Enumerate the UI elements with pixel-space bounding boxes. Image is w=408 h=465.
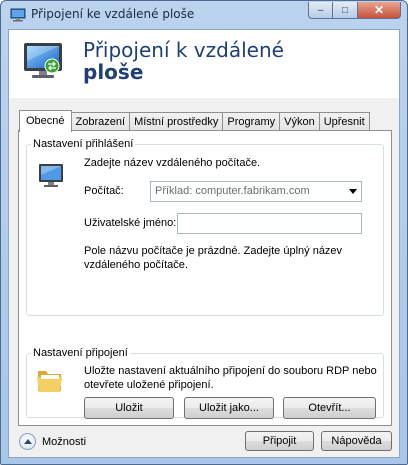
login-settings-group: Nastavení přihlášení Zadejte název vzdál… [26,138,384,316]
minimize-button[interactable]: – [308,2,333,19]
computer-icon [39,164,63,187]
login-instruction: Zadejte název vzdáleného počítače. [84,157,261,169]
connection-description-line1: Uložte nastavení aktuálního připojení do… [84,365,377,377]
remote-desktop-small-icon [10,8,26,22]
empty-computer-message-line2: vzdáleného počítače. [84,259,188,271]
folder-icon [37,371,62,392]
computer-label: Počítač: [84,185,124,197]
save-button[interactable]: Uložit [84,397,174,419]
tab-strip: Obecné Zobrazení Místní prostředky Progr… [19,110,370,132]
tab-experience[interactable]: Výkon [280,112,320,131]
tab-advanced[interactable]: Upřesnit [319,112,370,131]
empty-computer-message-line1: Pole názvu počítače je prázdné. Zadejte … [84,245,343,257]
header-banner: Připojení k vzdálené ploše [9,30,399,98]
remote-desktop-icon [24,43,62,78]
chevron-up-icon[interactable] [19,433,36,450]
connect-button[interactable]: Připojit [245,431,314,451]
tab-general[interactable]: Obecné [19,110,72,132]
tab-display[interactable]: Zobrazení [71,112,131,131]
tab-panel-general: Nastavení přihlášení Zadejte název vzdál… [18,130,392,426]
username-label: Uživatelské jméno: [84,217,177,229]
open-button[interactable]: Otevřít... [283,397,376,419]
connection-settings-label: Nastavení připojení [31,347,130,359]
tab-programs[interactable]: Programy [223,112,281,131]
maximize-button[interactable]: □ [333,2,358,19]
options-toggle[interactable]: Možnosti [19,433,86,450]
title-bar[interactable]: Připojení ke vzdálené ploše – □ ✕ [1,1,407,29]
computer-combobox[interactable]: Příklad: computer.fabrikam.com [150,181,362,202]
window-title: Připojení ke vzdálené ploše [31,7,195,21]
close-button[interactable]: ✕ [358,2,401,19]
help-button[interactable]: Nápověda [321,431,392,451]
banner-title: Připojení k vzdálené ploše [83,39,284,83]
chevron-down-icon[interactable] [349,189,357,194]
connection-description-line2: otevřete uložené připojení. [84,379,214,391]
save-as-button[interactable]: Uložit jako... [184,397,274,419]
connection-settings-group: Nastavení připojení Uložte nastavení akt… [26,347,384,419]
username-input[interactable] [177,213,362,234]
banner-title-line2: ploše [83,60,144,84]
banner-title-line1: Připojení k vzdálené [83,38,284,62]
options-label[interactable]: Možnosti [42,436,86,448]
rdp-window: Připojení ke vzdálené ploše – □ ✕ Připoj… [0,0,408,465]
login-settings-label: Nastavení přihlášení [31,138,136,150]
client-area: Připojení k vzdálené ploše Obecné Zobraz… [8,29,400,458]
computer-placeholder: Příklad: computer.fabrikam.com [155,185,310,197]
tab-local-resources[interactable]: Místní prostředky [130,112,224,131]
